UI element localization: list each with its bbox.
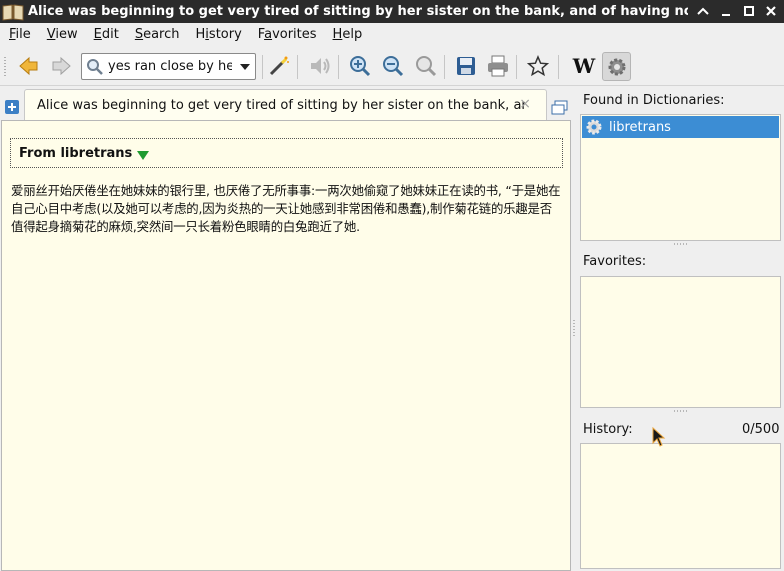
menu-view[interactable]: View <box>38 27 85 42</box>
search-icon <box>86 58 104 76</box>
zoom-in-icon[interactable] <box>346 52 374 80</box>
menu-edit[interactable]: Edit <box>85 27 126 42</box>
dropdown-arrow-icon[interactable] <box>240 63 250 70</box>
panel-splitter[interactable] <box>674 243 688 245</box>
save-icon[interactable] <box>452 52 480 80</box>
list-item[interactable]: libretrans <box>582 116 779 138</box>
translation-text: 爱丽丝开始厌倦坐在她妹妹的银行里, 也厌倦了无所事事:一两次她偷窥了她妹妹正在读… <box>11 183 561 234</box>
vertical-splitter[interactable] <box>571 90 577 571</box>
gear-icon <box>585 118 603 136</box>
new-tab-icon[interactable] <box>5 100 19 114</box>
toolbar-separator <box>444 55 445 79</box>
zoom-out-icon[interactable] <box>379 52 407 80</box>
search-input[interactable] <box>106 58 234 75</box>
history-label: History: <box>583 422 633 437</box>
dictionary-name: libretrans <box>609 119 671 135</box>
toolbar-separator <box>262 55 263 79</box>
article-view[interactable]: From libretrans 爱丽丝开始厌倦坐在她妹妹的银行里, 也厌倦了无所… <box>1 120 571 571</box>
mouse-cursor-icon <box>652 426 666 451</box>
window-title: Alice was beginning to get very tired of… <box>28 4 688 19</box>
tab-list-icon[interactable] <box>551 100 569 120</box>
favorites-label: Favorites: <box>583 254 647 269</box>
found-in-dictionaries-label: Found in Dictionaries: <box>583 93 725 108</box>
menu-history[interactable]: History <box>187 27 249 42</box>
history-count: 0/500 <box>742 422 780 437</box>
toolbar-separator <box>297 55 298 79</box>
collapse-triangle-icon[interactable] <box>137 151 150 160</box>
scan-wand-icon[interactable] <box>265 52 293 80</box>
dictionary-section-header[interactable]: From libretrans <box>10 138 563 168</box>
dictionary-header-title: From libretrans <box>19 145 133 161</box>
menu-file[interactable]: File <box>0 27 38 42</box>
toolbar-separator <box>558 55 559 79</box>
forward-arrow-icon[interactable] <box>47 52 75 80</box>
wikipedia-icon[interactable]: W <box>570 52 598 80</box>
zoom-reset-icon[interactable] <box>412 52 440 80</box>
tab-label: Alice was beginning to get very tired of… <box>37 97 525 113</box>
speaker-icon[interactable] <box>306 52 334 80</box>
print-icon[interactable] <box>484 52 512 80</box>
title-bar: Alice was beginning to get very tired of… <box>0 0 784 23</box>
toolbar: W <box>0 47 784 86</box>
search-combobox[interactable] <box>81 53 256 80</box>
panel-splitter[interactable] <box>674 410 688 412</box>
book-icon <box>2 3 24 21</box>
dictionaries-list[interactable]: libretrans <box>580 114 781 241</box>
menu-help[interactable]: Help <box>324 27 370 42</box>
maximize-icon[interactable] <box>739 2 759 20</box>
tab-article[interactable]: Alice was beginning to get very tired of… <box>24 89 547 120</box>
tab-bar: Alice was beginning to get very tired of… <box>0 88 573 120</box>
favorites-list[interactable] <box>580 276 781 408</box>
favorite-star-icon[interactable] <box>524 52 552 80</box>
back-arrow-icon[interactable] <box>15 52 43 80</box>
toolbar-separator <box>338 55 339 79</box>
collapse-chevron-icon[interactable] <box>693 2 713 20</box>
close-icon[interactable] <box>761 2 781 20</box>
toolbar-grip[interactable] <box>4 57 6 77</box>
toolbar-separator <box>516 55 517 79</box>
menu-bar: File View Edit Search History Favorites … <box>0 23 784 46</box>
menu-search[interactable]: Search <box>126 27 187 42</box>
minimize-icon[interactable] <box>716 2 736 20</box>
settings-gear-icon[interactable] <box>602 52 631 81</box>
tab-close-icon[interactable]: × <box>519 96 531 112</box>
history-list[interactable] <box>580 443 781 569</box>
menu-favorites[interactable]: Favorites <box>249 27 324 42</box>
